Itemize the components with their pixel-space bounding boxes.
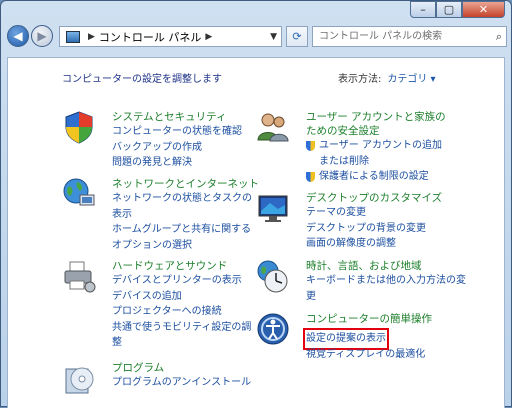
link-screen-resolution[interactable]: 画面の解像度の調整 [306,236,442,252]
view-by-dropdown[interactable]: カテゴリ ▾ [387,74,435,85]
link-add-remove-account[interactable]: ユーザー アカウントの追加 [306,138,446,154]
content-pane: コンピューターの設定を調整します 表示方法: カテゴリ ▾ システムとセキュリティ… [7,57,505,408]
category-title[interactable]: システムとセキュリティ [112,110,242,124]
link-check-status[interactable]: コンピューターの状態を確認 [112,124,242,140]
link-change-theme[interactable]: テーマの変更 [306,205,442,221]
link-troubleshoot[interactable]: 問題の発見と解決 [112,155,242,171]
page-title: コンピューターの設定を調整します [62,74,222,85]
link-projector[interactable]: プロジェクターへの接続 [112,304,251,320]
shield-icon [65,111,93,144]
link-devices-printers[interactable]: デバイスとプリンターの表示 [112,273,251,289]
link-optimize-display[interactable]: 視覚ディスプレイの最適化 [306,347,432,363]
clock-globe-icon [257,260,288,293]
link-homegroup-cont[interactable]: オプションの選択 [112,238,259,254]
address-bar[interactable]: ▶ コントロール パネル ▶ ▼ [59,26,282,47]
category-title[interactable]: ネットワークとインターネット [112,177,259,191]
monitor-icon [258,195,288,222]
programs-icon [65,367,94,394]
view-by-label: 表示方法: [338,74,382,85]
breadcrumb-separator-icon[interactable]: ▶ [205,32,212,42]
search-icon[interactable]: ⌕ [496,30,502,44]
category-title[interactable]: ハードウェアとサウンド [112,259,251,273]
link-mobility[interactable]: 共通で使うモビリティ設定の調 [112,320,251,336]
category-title[interactable]: コンピューターの簡単操作 [306,312,432,326]
printer-icon [64,261,96,293]
link-mobility-cont[interactable]: 整 [112,335,251,351]
link-uninstall[interactable]: プログラムのアンインストール [112,375,251,391]
link-backup[interactable]: バックアップの作成 [112,140,242,156]
category-title[interactable]: プログラム [112,361,251,375]
ease-of-access-icon [257,313,289,345]
control-panel-icon [66,30,80,43]
close-button[interactable]: ✕ [462,1,505,18]
breadcrumb-separator-icon[interactable]: ▶ [88,32,95,42]
control-panel-window: – ▢ ✕ ◀ ▶ ▶ コントロール パネル ▶ ▼ ⟳ ⌕ コンピューターの設… [0,0,512,408]
link-add-remove-account-cont[interactable]: または削除 [306,154,446,170]
search-box[interactable]: ⌕ [312,26,507,47]
category-title[interactable]: ユーザー アカウントと家族の [306,110,446,124]
link-add-device[interactable]: デバイスの追加 [112,289,251,305]
category-title[interactable]: デスクトップのカスタマイズ [306,191,442,205]
link-keyboard-input-cont[interactable]: 更 [306,289,466,305]
refresh-button[interactable]: ⟳ [286,26,308,47]
globe-network-icon [63,178,95,206]
address-dropdown-icon[interactable]: ▼ [270,32,277,42]
caption-buttons: – ▢ ✕ [410,1,505,18]
link-suggested-settings[interactable]: 設定の提案の表示 [303,328,389,350]
back-button[interactable]: ◀ [7,25,29,47]
link-desktop-background[interactable]: デスクトップの背景の変更 [306,221,442,237]
maximize-button[interactable]: ▢ [436,1,462,18]
minimize-button[interactable]: – [410,1,436,18]
view-by: 表示方法: カテゴリ ▾ [338,70,436,85]
link-homegroup[interactable]: ホームグループと共有に関する [112,222,259,238]
users-icon [257,113,289,142]
category-title[interactable]: 時計、言語、および地域 [306,259,466,273]
search-input[interactable] [313,30,491,43]
link-network-status[interactable]: ネットワークの状態とタスクの [112,191,259,207]
link-network-status-cont[interactable]: 表示 [112,207,259,223]
link-parental-controls[interactable]: 保護者による制限の設定 [306,169,446,185]
forward-button[interactable]: ▶ [31,25,53,47]
category-title-cont[interactable]: ための安全設定 [306,124,446,138]
breadcrumb-control-panel[interactable]: コントロール パネル [99,29,202,45]
link-keyboard-input[interactable]: キーボードまたは他の入力方法の変 [306,273,466,289]
navigation-bar: ◀ ▶ ▶ コントロール パネル ▶ ▼ ⟳ ⌕ [7,25,507,51]
